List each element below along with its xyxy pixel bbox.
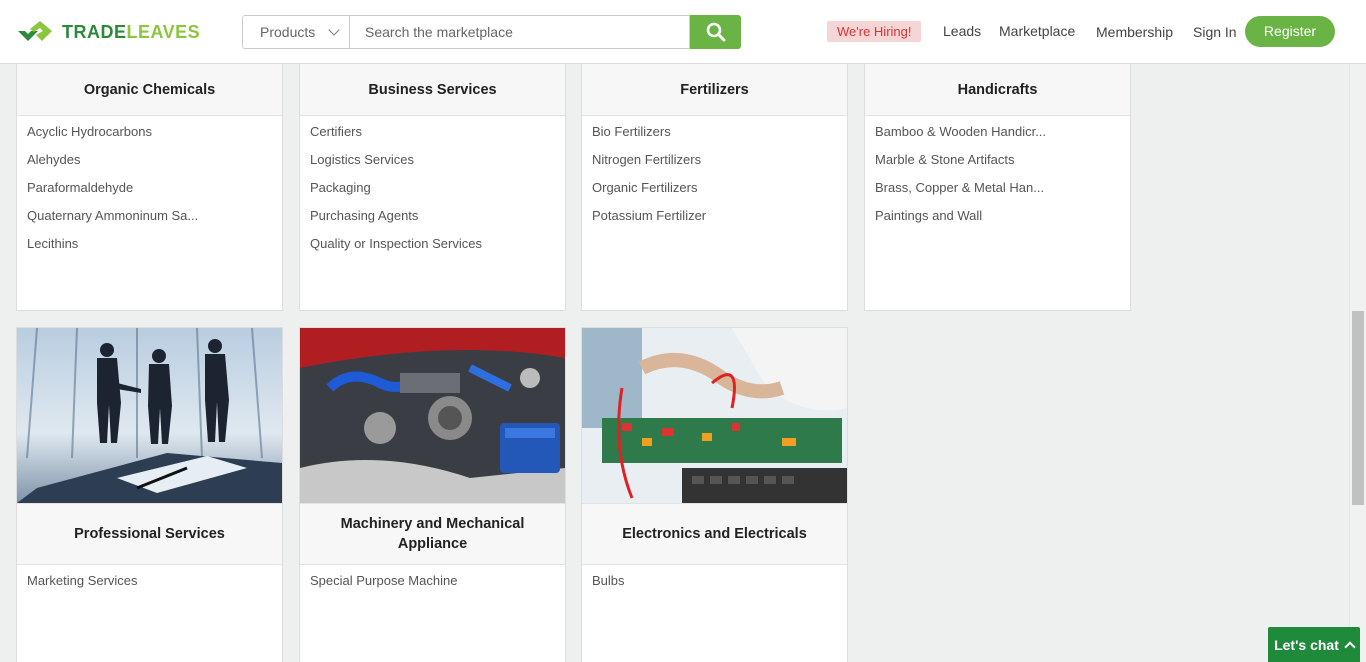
subcategory-link[interactable]: Nitrogen Fertilizers bbox=[592, 151, 837, 179]
subcategory-link[interactable]: Marketing Services bbox=[27, 572, 272, 600]
category-card-electronics: Electronics and Electricals Bulbs bbox=[581, 327, 848, 662]
subcategory-list: Special Purpose Machine bbox=[300, 565, 565, 600]
tradeleaves-logo[interactable]: TRADELEAVES bbox=[16, 19, 200, 45]
chevron-down-icon bbox=[329, 27, 339, 37]
category-card-machinery: Machinery and Mechanical Appliance Speci… bbox=[299, 327, 566, 662]
nav-leads[interactable]: Leads bbox=[943, 23, 981, 39]
subcategory-list: Acyclic Hydrocarbons Alehydes Paraformal… bbox=[17, 116, 282, 263]
subcategory-list: Marketing Services bbox=[17, 565, 282, 600]
category-title[interactable]: Machinery and Mechanical Appliance bbox=[300, 503, 565, 565]
subcategory-link[interactable]: Potassium Fertilizer bbox=[592, 207, 837, 235]
hiring-badge[interactable]: We're Hiring! bbox=[827, 21, 922, 42]
search-bar: Products bbox=[242, 15, 741, 49]
nav-sign-in[interactable]: Sign In bbox=[1193, 24, 1237, 40]
subcategory-link[interactable]: Bio Fertilizers bbox=[592, 123, 837, 151]
subcategory-link[interactable]: Purchasing Agents bbox=[310, 207, 555, 235]
business-handshake-image[interactable] bbox=[17, 328, 282, 503]
top-navbar: TRADELEAVES Products We're Hiring! Leads… bbox=[0, 0, 1366, 64]
subcategory-list: Bio Fertilizers Nitrogen Fertilizers Org… bbox=[582, 116, 847, 235]
subcategory-link[interactable]: Bamboo & Wooden Handicr... bbox=[875, 123, 1120, 151]
subcategory-link[interactable]: Special Purpose Machine bbox=[310, 572, 555, 600]
subcategory-link[interactable]: Quaternary Ammoninum Sa... bbox=[27, 207, 272, 235]
subcategory-link[interactable]: Bulbs bbox=[592, 572, 837, 600]
circuit-board-image[interactable] bbox=[582, 328, 847, 503]
subcategory-link[interactable]: Brass, Copper & Metal Han... bbox=[875, 179, 1120, 207]
subcategory-link[interactable]: Lecithins bbox=[27, 235, 272, 263]
subcategory-link[interactable]: Acyclic Hydrocarbons bbox=[27, 123, 272, 151]
subcategory-link[interactable]: Paintings and Wall bbox=[875, 207, 1120, 235]
subcategory-link[interactable]: Logistics Services bbox=[310, 151, 555, 179]
category-card-business-services: Business Services Certifiers Logistics S… bbox=[299, 52, 566, 311]
subcategory-link[interactable]: Packaging bbox=[310, 179, 555, 207]
register-button[interactable]: Register bbox=[1245, 16, 1335, 47]
category-title[interactable]: Electronics and Electricals bbox=[582, 503, 847, 565]
search-category-value: Products bbox=[260, 24, 316, 40]
category-card-handicrafts: Handicrafts Bamboo & Wooden Handicr... M… bbox=[864, 52, 1131, 311]
nav-marketplace[interactable]: Marketplace bbox=[999, 23, 1075, 39]
subcategory-link[interactable]: Quality or Inspection Services bbox=[310, 235, 555, 263]
page-scrollbar-thumb[interactable] bbox=[1352, 311, 1364, 505]
subcategory-link[interactable]: Paraformaldehyde bbox=[27, 179, 272, 207]
subcategory-list: Bamboo & Wooden Handicr... Marble & Ston… bbox=[865, 116, 1130, 235]
search-input[interactable] bbox=[349, 15, 690, 49]
category-card-fertilizers: Fertilizers Bio Fertilizers Nitrogen Fer… bbox=[581, 52, 848, 311]
chevron-up-icon bbox=[1344, 641, 1356, 653]
nav-membership[interactable]: Membership bbox=[1096, 24, 1173, 40]
lets-chat-button[interactable]: Let's chat bbox=[1268, 627, 1360, 662]
search-icon bbox=[706, 22, 725, 42]
subcategory-link[interactable]: Organic Fertilizers bbox=[592, 179, 837, 207]
subcategory-link[interactable]: Certifiers bbox=[310, 123, 555, 151]
chat-label: Let's chat bbox=[1274, 636, 1339, 653]
category-card-organic-chemicals: Organic Chemicals Acyclic Hydrocarbons A… bbox=[16, 52, 283, 311]
subcategory-link[interactable]: Marble & Stone Artifacts bbox=[875, 151, 1120, 179]
subcategory-link[interactable]: Alehydes bbox=[27, 151, 272, 179]
category-title[interactable]: Professional Services bbox=[17, 503, 282, 565]
car-engine-image[interactable] bbox=[300, 328, 565, 503]
search-button[interactable] bbox=[690, 15, 741, 49]
logo-text: TRADELEAVES bbox=[62, 21, 201, 42]
leaf-logo-icon bbox=[18, 21, 52, 41]
subcategory-list: Certifiers Logistics Services Packaging … bbox=[300, 116, 565, 263]
search-category-select[interactable]: Products bbox=[242, 15, 349, 49]
category-card-professional-services: Professional Services Marketing Services bbox=[16, 327, 283, 662]
subcategory-list: Bulbs bbox=[582, 565, 847, 600]
